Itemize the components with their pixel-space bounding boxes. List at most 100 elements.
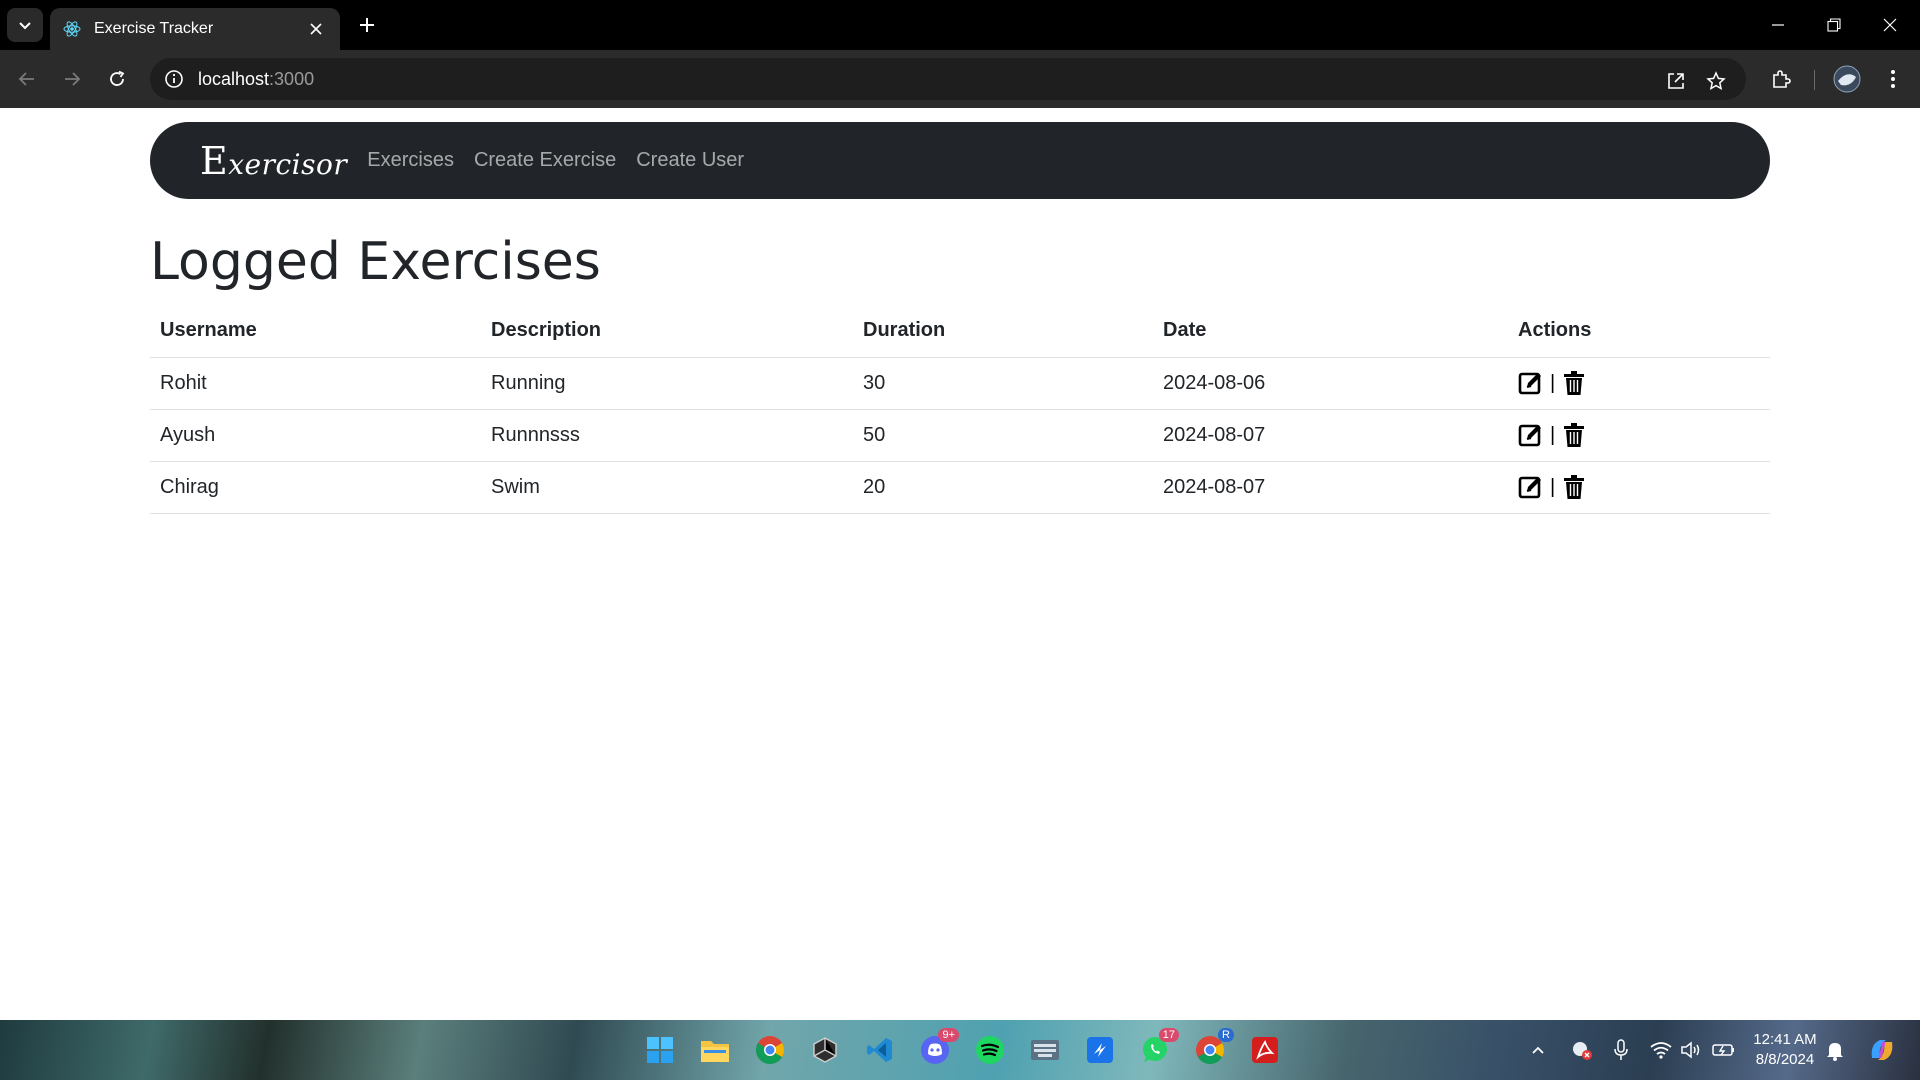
- trash-icon[interactable]: [1561, 422, 1587, 448]
- extensions-button[interactable]: [1764, 62, 1798, 96]
- tab-title: Exercise Tracker: [94, 20, 214, 37]
- profile-button[interactable]: [1830, 62, 1864, 96]
- whatsapp-badge: 17: [1158, 1028, 1179, 1042]
- vscode-icon[interactable]: [860, 1030, 900, 1070]
- table-row: Ayush Runnnsss 50 2024-08-07 |: [150, 409, 1770, 462]
- cell-duration: 30: [853, 357, 1153, 410]
- bookmark-star-icon[interactable]: [1704, 69, 1728, 93]
- brand-first-letter: E: [200, 138, 229, 183]
- chevron-down-icon: [19, 22, 31, 30]
- new-tab-button[interactable]: [352, 10, 382, 40]
- app-navbar: Exercisor Exercises Create Exercise Crea…: [150, 122, 1770, 199]
- cell-description: Swim: [481, 461, 853, 514]
- discord-badge: 9+: [938, 1028, 959, 1042]
- trash-icon[interactable]: [1561, 370, 1587, 396]
- volume-icon[interactable]: [1680, 1020, 1702, 1080]
- site-info-icon[interactable]: [162, 67, 186, 91]
- network-error-icon[interactable]: [1570, 1020, 1594, 1080]
- cell-description: Runnnsss: [481, 409, 853, 462]
- table-row: Rohit Running 30 2024-08-06 |: [150, 357, 1770, 410]
- unity-icon[interactable]: [805, 1030, 845, 1070]
- acrobat-icon[interactable]: [1245, 1030, 1285, 1070]
- cell-date: 2024-08-07: [1153, 409, 1508, 462]
- cell-actions: |: [1508, 409, 1770, 462]
- system-clock[interactable]: 12:41 AM 8/8/2024: [1750, 1030, 1820, 1070]
- avatar: [1833, 65, 1861, 93]
- chrome-profile-badge: R: [1218, 1028, 1234, 1042]
- close-window-button[interactable]: [1870, 8, 1910, 42]
- windows-taskbar: 9+ 17 R 12:41 AM 8/8/2024: [0, 1020, 1920, 1080]
- taskbar-apps: 9+ 17 R: [640, 1028, 1300, 1070]
- action-separator: |: [1550, 475, 1556, 498]
- clock-time: 12:41 AM: [1753, 1031, 1817, 1048]
- copilot-icon[interactable]: [1866, 1020, 1898, 1080]
- forward-button[interactable]: [55, 62, 89, 96]
- page-title: Logged Exercises: [150, 232, 601, 292]
- toolbar-divider: [1814, 70, 1815, 90]
- tab-exercise-tracker[interactable]: Exercise Tracker: [50, 8, 340, 50]
- trash-icon[interactable]: [1561, 474, 1587, 500]
- show-hidden-icons[interactable]: [1530, 1020, 1546, 1080]
- cell-date: 2024-08-06: [1153, 357, 1508, 410]
- chevron-up-icon: [1532, 1046, 1544, 1054]
- spotify-icon[interactable]: [970, 1030, 1010, 1070]
- tab-search-button[interactable]: [7, 8, 43, 42]
- action-separator: |: [1550, 423, 1556, 446]
- nav-link-exercises[interactable]: Exercises: [367, 149, 454, 172]
- minimize-button[interactable]: [1758, 8, 1798, 42]
- brand-rest: xercisor: [228, 147, 348, 181]
- reload-button[interactable]: [100, 62, 134, 96]
- edit-icon[interactable]: [1518, 422, 1544, 448]
- arrow-right-icon: [65, 72, 81, 86]
- nav-link-create-exercise[interactable]: Create Exercise: [474, 149, 616, 172]
- url-host: localhost: [198, 68, 270, 89]
- chrome-icon[interactable]: [750, 1030, 790, 1070]
- cell-actions: |: [1508, 357, 1770, 410]
- url-text: localhost:3000: [198, 69, 314, 90]
- restore-icon: [1827, 18, 1841, 32]
- microphone-icon[interactable]: [1612, 1020, 1630, 1080]
- cell-actions: |: [1508, 461, 1770, 514]
- cell-date: 2024-08-07: [1153, 461, 1508, 514]
- address-bar[interactable]: localhost:3000: [150, 58, 1746, 100]
- cell-duration: 50: [853, 409, 1153, 462]
- header-duration: Duration: [853, 305, 1153, 358]
- whatsapp-icon[interactable]: 17: [1135, 1028, 1179, 1070]
- back-button[interactable]: [10, 62, 44, 96]
- discord-icon[interactable]: 9+: [915, 1028, 959, 1070]
- open-in-app-icon[interactable]: [1664, 69, 1688, 93]
- cell-description: Running: [481, 357, 853, 410]
- cell-username: Ayush: [150, 409, 481, 462]
- restore-button[interactable]: [1814, 8, 1854, 42]
- header-description: Description: [481, 305, 853, 358]
- battery-icon[interactable]: [1712, 1020, 1736, 1080]
- wifi-icon[interactable]: [1650, 1020, 1672, 1080]
- edit-icon[interactable]: [1518, 474, 1544, 500]
- file-explorer-icon[interactable]: [695, 1030, 735, 1070]
- clock-date: 8/8/2024: [1755, 1051, 1815, 1068]
- minimize-icon: [1772, 24, 1784, 26]
- close-icon: [1883, 18, 1897, 32]
- cell-username: Rohit: [150, 357, 481, 410]
- close-tab-icon[interactable]: [304, 17, 328, 41]
- nav-link-create-user[interactable]: Create User: [636, 149, 744, 172]
- chrome-profile-icon[interactable]: R: [1190, 1028, 1234, 1070]
- menu-button[interactable]: [1876, 62, 1910, 96]
- header-username: Username: [150, 305, 481, 358]
- notifications-icon[interactable]: [1826, 1020, 1844, 1080]
- sync-app-icon[interactable]: [1080, 1030, 1120, 1070]
- exercises-table: Username Description Duration Date Actio…: [150, 305, 1770, 514]
- cell-username: Chirag: [150, 461, 481, 514]
- table-header-row: Username Description Duration Date Actio…: [150, 305, 1770, 358]
- puzzle-icon: [1773, 70, 1791, 88]
- action-separator: |: [1550, 371, 1556, 394]
- brand-logo[interactable]: Exercisor: [200, 139, 347, 183]
- plus-icon: [360, 18, 374, 32]
- reload-icon: [110, 70, 125, 86]
- windows-start-icon[interactable]: [640, 1030, 680, 1070]
- header-date: Date: [1153, 305, 1508, 358]
- table-row: Chirag Swim 20 2024-08-07 |: [150, 461, 1770, 514]
- url-port: :3000: [269, 68, 315, 89]
- keyboard-app-icon[interactable]: [1025, 1030, 1065, 1070]
- edit-icon[interactable]: [1518, 370, 1544, 396]
